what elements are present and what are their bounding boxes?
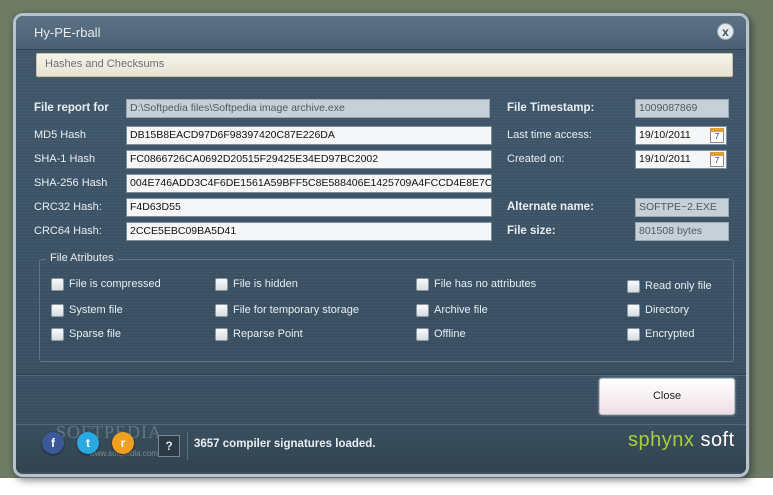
sha1-field[interactable]: FC0866726CA0692D20515F29425E34ED97BC2002 [126, 150, 492, 169]
softpedia-watermark: SOFTPEDIA [56, 422, 163, 442]
status-text: 3657 compiler signatures loaded. [194, 438, 376, 450]
created-on-date-picker[interactable]: 19/10/2011 7 [635, 150, 727, 169]
alternate-name-field[interactable]: SOFTPE~2.EXE [635, 198, 729, 217]
system-file-checkbox[interactable] [51, 304, 64, 317]
reparse-point-checkbox[interactable] [215, 328, 228, 341]
crc32-label: CRC32 Hash: [34, 201, 102, 213]
file-size-label: File size: [507, 225, 556, 237]
offline-label: Offline [434, 328, 466, 340]
section-title: Hashes and Checksums [45, 58, 165, 70]
sha1-label: SHA-1 Hash [34, 153, 96, 165]
window-title: Hy-PE-rball [34, 25, 101, 40]
created-on-label: Created on: [507, 153, 565, 165]
directory-label: Directory [645, 304, 690, 316]
offline-checkbox[interactable] [416, 328, 429, 341]
created-on-value: 19/10/2011 [639, 153, 691, 165]
last-access-date-picker[interactable]: 19/10/2011 7 [635, 126, 727, 145]
crc32-field[interactable]: F4D63D55 [126, 198, 492, 217]
hidden-label: File is hidden [233, 278, 298, 290]
last-access-label: Last time access: [507, 129, 592, 141]
sha256-field[interactable]: 004E746ADD3C4F6DE1561A59BFF5C8E588406E14… [126, 174, 492, 193]
brand-part-2: soft [700, 429, 735, 451]
reparse-point-label: Reparse Point [233, 328, 303, 340]
timestamp-label: File Timestamp: [507, 102, 595, 114]
file-report-label: File report for [34, 102, 109, 114]
rss-icon[interactable]: r [112, 432, 134, 454]
last-access-value: 19/10/2011 [639, 129, 691, 141]
close-button[interactable]: Close [599, 378, 735, 415]
twitter-icon[interactable]: t [77, 432, 99, 454]
encrypted-label: Encrypted [645, 328, 695, 340]
compressed-checkbox[interactable] [51, 278, 64, 291]
brand-part-1: sphynx [628, 429, 695, 451]
read-only-checkbox[interactable] [627, 280, 640, 293]
archive-file-label: Archive file [434, 304, 488, 316]
sphynxsoft-logo[interactable]: sphynx soft [628, 429, 735, 452]
sha256-label: SHA-256 Hash [34, 177, 108, 189]
no-attributes-checkbox[interactable] [416, 278, 429, 291]
archive-file-checkbox[interactable] [416, 304, 429, 317]
sparse-file-checkbox[interactable] [51, 328, 64, 341]
file-path-field[interactable]: D:\Softpedia files\Softpedia image archi… [126, 99, 490, 118]
timestamp-field[interactable]: 1009087869 [635, 99, 729, 118]
hidden-checkbox[interactable] [215, 278, 228, 291]
help-button[interactable]: ? [158, 435, 180, 457]
alternate-name-label: Alternate name: [507, 201, 594, 213]
sparse-file-label: Sparse file [69, 328, 121, 340]
divider [16, 374, 746, 376]
md5-label: MD5 Hash [34, 129, 86, 141]
section-header: Hashes and Checksums [36, 53, 733, 77]
close-window-icon[interactable]: x [717, 23, 734, 40]
file-attributes-legend: File Atributes [46, 252, 118, 264]
compressed-label: File is compressed [69, 278, 161, 290]
encrypted-checkbox[interactable] [627, 328, 640, 341]
crc64-field[interactable]: 2CCE5EBC09BA5D41 [126, 222, 492, 241]
crc64-label: CRC64 Hash: [34, 225, 102, 237]
calendar-icon[interactable]: 7 [710, 152, 724, 167]
no-attributes-label: File has no attributes [434, 278, 537, 290]
app-window: Hy-PE-rball x Hashes and Checksums File … [13, 13, 749, 477]
title-bar[interactable]: Hy-PE-rball x [16, 16, 746, 50]
temporary-storage-checkbox[interactable] [215, 304, 228, 317]
facebook-icon[interactable]: f [42, 432, 64, 454]
calendar-icon[interactable]: 7 [710, 128, 724, 143]
directory-checkbox[interactable] [627, 304, 640, 317]
temporary-storage-label: File for temporary storage [233, 304, 359, 316]
system-file-label: System file [69, 304, 123, 316]
md5-field[interactable]: DB15B8EACD97D6F98397420C87E226DA [126, 126, 492, 145]
file-size-field[interactable]: 801508 bytes [635, 222, 729, 241]
read-only-label: Read only file [645, 280, 712, 292]
footer-separator [187, 432, 188, 460]
